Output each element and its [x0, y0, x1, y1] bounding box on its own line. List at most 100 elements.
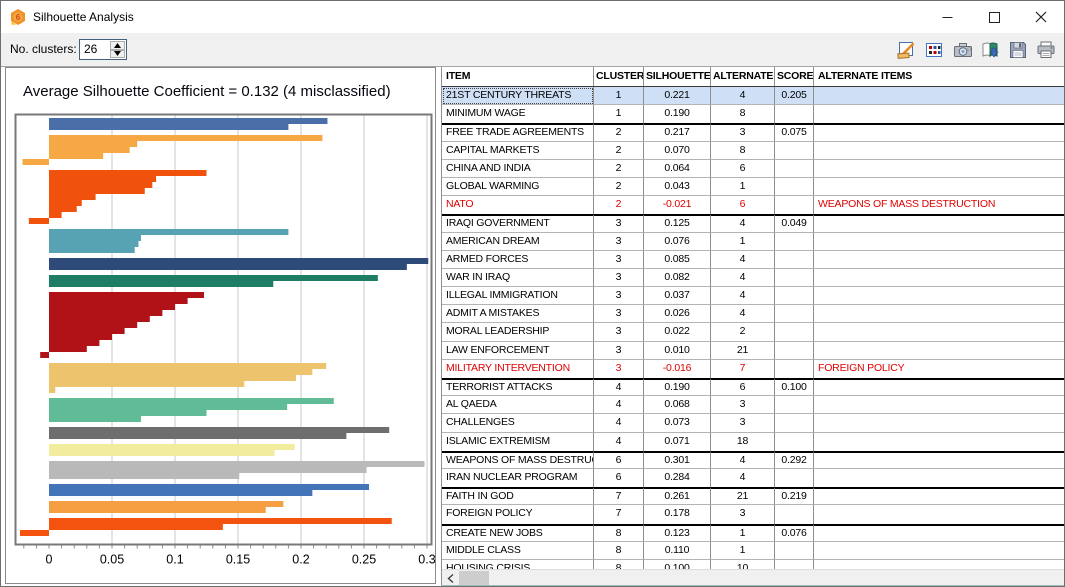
column-header-alternate_items[interactable]: ALTERNATE ITEMS [814, 67, 1065, 86]
table-row[interactable]: FREE TRADE AGREEMENTS20.21730.075 [442, 123, 1065, 141]
horizontal-scrollbar[interactable] [442, 569, 1065, 585]
table-row[interactable]: MILITARY INTERVENTION3-0.0167FOREIGN POL… [442, 360, 1065, 378]
spinner-up-button[interactable] [110, 41, 125, 50]
scrollbar-thumb[interactable] [459, 571, 489, 585]
cell-item: AL QAEDA [442, 396, 594, 414]
cell-alternate: 3 [711, 123, 775, 141]
down-arrow-icon [114, 51, 121, 56]
table-header-row: ITEMCLUSTERSILHOUETTEALTERNATESCOREALTER… [442, 67, 1065, 87]
table-row[interactable]: TERRORIST ATTACKS40.19060.100 [442, 378, 1065, 396]
cell-alternate_items [814, 160, 1065, 178]
export-book-icon[interactable] [980, 40, 1000, 60]
titlebar[interactable]: 6 Silhouette Analysis [1, 1, 1064, 33]
table-row[interactable]: CAPITAL MARKETS20.0708 [442, 142, 1065, 160]
column-header-silhouette[interactable]: SILHOUETTE [644, 67, 711, 86]
save-icon[interactable] [1008, 40, 1028, 60]
cell-score [775, 396, 814, 414]
cell-score [775, 542, 814, 560]
cell-alternate_items [814, 251, 1065, 269]
clusters-spinner[interactable]: 26 [79, 39, 127, 60]
cell-cluster: 3 [594, 251, 644, 269]
cell-cluster: 2 [594, 142, 644, 160]
cell-item: GLOBAL WARMING [442, 178, 594, 196]
bar-cluster-group-3 [49, 206, 77, 212]
table-row[interactable]: GLOBAL WARMING20.0431 [442, 178, 1065, 196]
close-button[interactable] [1018, 1, 1064, 33]
table-row[interactable]: ADMIT A MISTAKES30.0264 [442, 305, 1065, 323]
cell-score: 0.100 [775, 378, 814, 396]
bar-cluster-group-4 [49, 235, 141, 241]
table-row[interactable]: LAW ENFORCEMENT30.01021 [442, 342, 1065, 360]
cell-cluster: 4 [594, 433, 644, 451]
table-row[interactable]: AL QAEDA40.0683 [442, 396, 1065, 414]
column-header-alternate[interactable]: ALTERNATE [711, 67, 775, 86]
cell-item: FOREIGN POLICY [442, 505, 594, 523]
cell-cluster: 3 [594, 323, 644, 341]
cell-alternate: 2 [711, 323, 775, 341]
table-row[interactable]: CHALLENGES40.0733 [442, 414, 1065, 432]
cell-score: 0.205 [775, 87, 814, 105]
table-row[interactable]: WAR IN IRAQ30.0824 [442, 269, 1065, 287]
print-icon[interactable] [1036, 40, 1056, 60]
bar-cluster-group-7 [49, 334, 112, 340]
spinner-down-button[interactable] [110, 50, 125, 59]
table-row[interactable]: ISLAMIC EXTREMISM40.07118 [442, 433, 1065, 451]
table-row[interactable]: CHINA AND INDIA20.0646 [442, 160, 1065, 178]
column-header-cluster[interactable]: CLUSTER [594, 67, 644, 86]
bar-cluster-group-12 [49, 467, 367, 473]
bar-cluster-group-8 [49, 363, 326, 369]
cell-silhouette: 0.125 [644, 214, 711, 232]
cell-item: CHINA AND INDIA [442, 160, 594, 178]
edit-design-icon[interactable] [897, 40, 917, 60]
clusters-value[interactable]: 26 [84, 40, 97, 59]
bar-cluster-group-3 [49, 170, 207, 176]
table-row[interactable]: MIDDLE CLASS80.1101 [442, 542, 1065, 560]
column-header-score[interactable]: SCORE [775, 67, 814, 86]
cell-alternate_items [814, 269, 1065, 287]
table-row[interactable]: MORAL LEADERSHIP30.0222 [442, 323, 1065, 341]
cell-item: ISLAMIC EXTREMISM [442, 433, 594, 451]
table-row[interactable]: ILLEGAL IMMIGRATION30.0374 [442, 287, 1065, 305]
cell-alternate_items [814, 305, 1065, 323]
cell-cluster: 4 [594, 378, 644, 396]
cell-alternate_items: FOREIGN POLICY [814, 360, 1065, 378]
table-row[interactable]: IRAQI GOVERNMENT30.12540.049 [442, 214, 1065, 232]
cell-alternate_items [814, 487, 1065, 505]
table-row[interactable]: IRAN NUCLEAR PROGRAM60.2844 [442, 469, 1065, 487]
cell-score [775, 469, 814, 487]
cell-item: FAITH IN GOD [442, 487, 594, 505]
cell-score: 0.219 [775, 487, 814, 505]
table-row[interactable]: 21ST CENTURY THREATS10.22140.205 [442, 87, 1065, 105]
table-row[interactable]: NATO2-0.0216WEAPONS OF MASS DESTRUCTION [442, 196, 1065, 214]
minimize-button[interactable] [924, 1, 970, 33]
table-row[interactable]: MINIMUM WAGE10.1908 [442, 105, 1065, 123]
table-row[interactable]: AMERICAN DREAM30.0761 [442, 233, 1065, 251]
cell-alternate_items [814, 287, 1065, 305]
color-grid-icon[interactable] [924, 40, 944, 60]
cell-alternate_items [814, 105, 1065, 123]
bar-cluster-group-3 [49, 176, 156, 182]
cell-item: MINIMUM WAGE [442, 105, 594, 123]
cell-alternate: 6 [711, 378, 775, 396]
cell-alternate: 4 [711, 469, 775, 487]
cell-alternate_items [814, 142, 1065, 160]
cell-alternate: 4 [711, 287, 775, 305]
table-row[interactable]: CREATE NEW JOBS80.12310.076 [442, 524, 1065, 542]
table-row[interactable]: FOREIGN POLICY70.1783 [442, 505, 1065, 523]
bar-cluster-group-15 [49, 524, 223, 530]
bar-cluster-group-5 [49, 264, 407, 270]
bar-cluster-group-7 [40, 352, 49, 358]
cell-alternate_items [814, 469, 1065, 487]
column-header-item[interactable]: ITEM [442, 67, 594, 86]
cell-alternate: 1 [711, 178, 775, 196]
bar-cluster-group-13 [49, 484, 369, 490]
table-row[interactable]: FAITH IN GOD70.261210.219 [442, 487, 1065, 505]
maximize-button[interactable] [971, 1, 1017, 33]
table-row[interactable]: ARMED FORCES30.0854 [442, 251, 1065, 269]
cell-score [775, 105, 814, 123]
cell-alternate: 6 [711, 160, 775, 178]
scroll-left-button[interactable] [442, 570, 459, 585]
table-row[interactable]: WEAPONS OF MASS DESTRUCTION60.30140.292 [442, 451, 1065, 469]
svg-text:6: 6 [16, 13, 21, 22]
camera-icon[interactable] [953, 40, 973, 60]
